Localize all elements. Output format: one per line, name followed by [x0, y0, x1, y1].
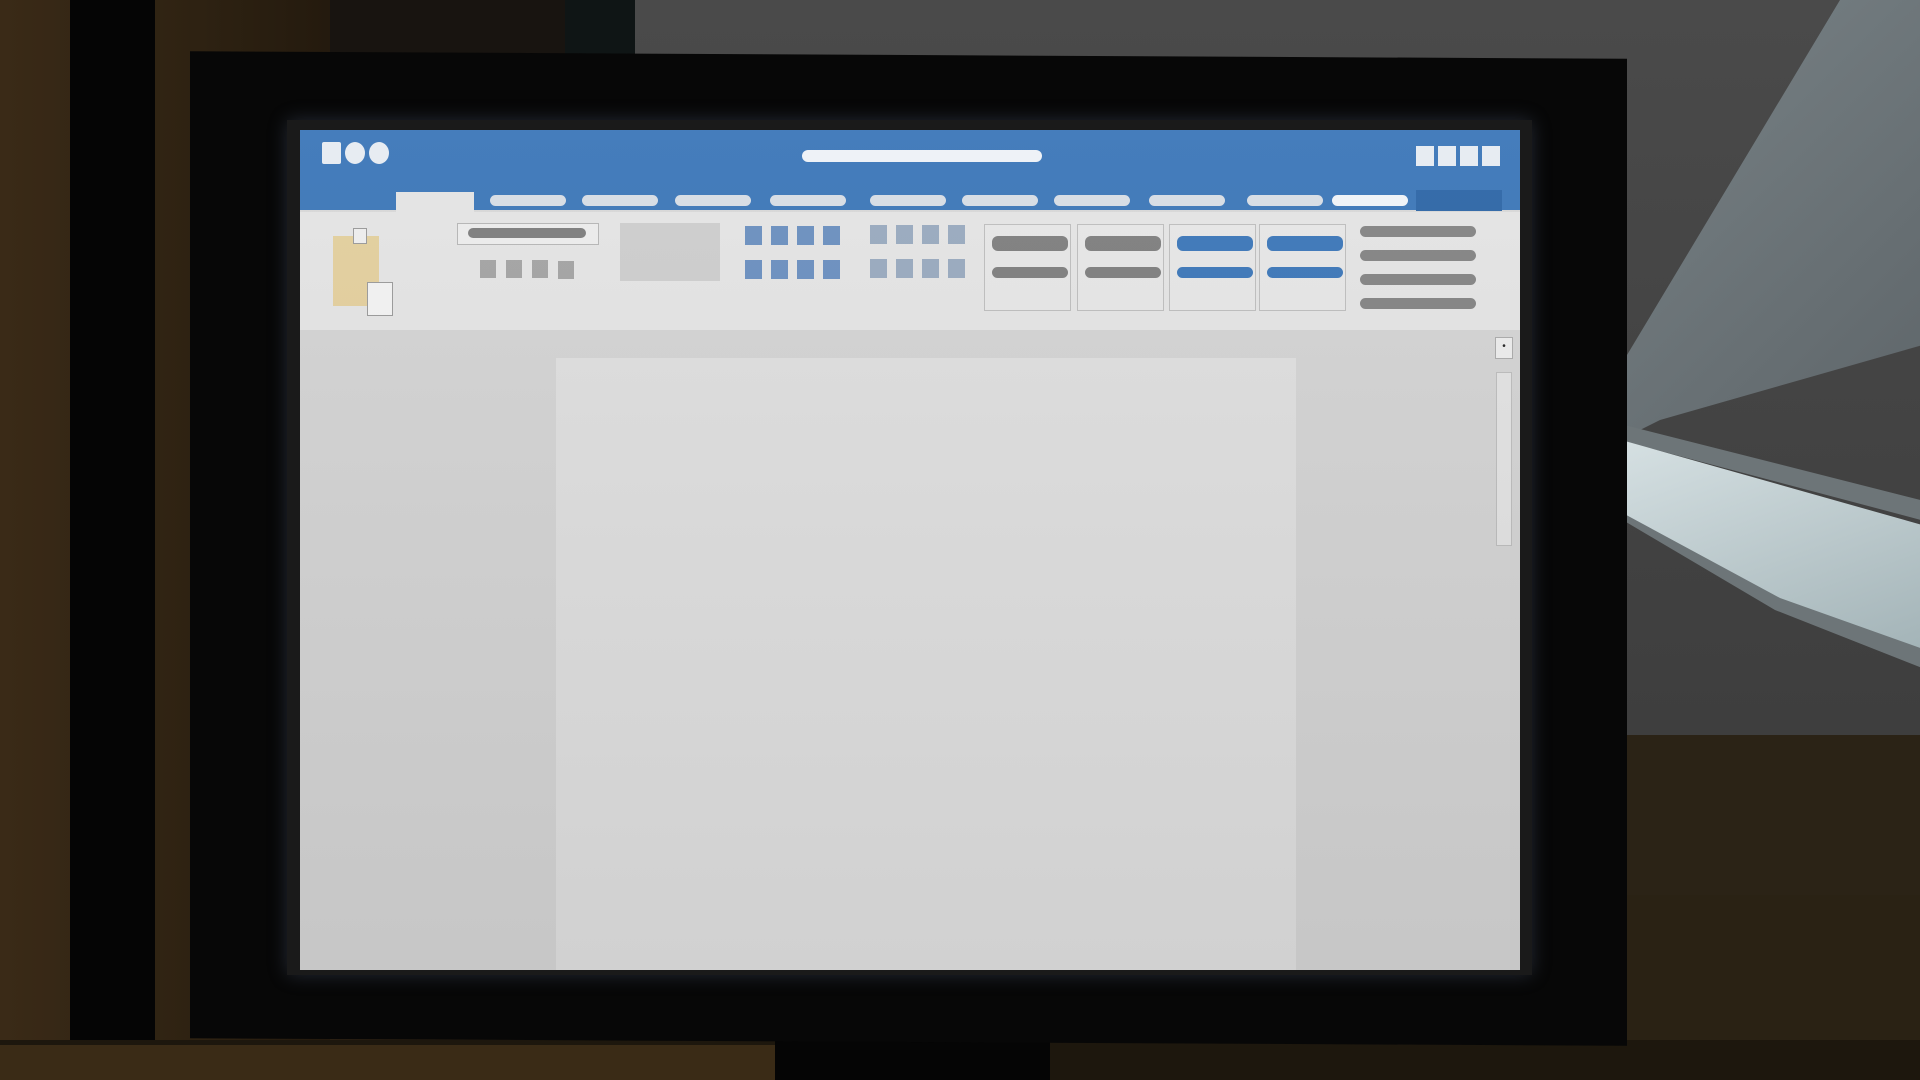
style-heading-1-preview	[1177, 236, 1253, 251]
multilevel-list-icon[interactable]	[797, 226, 814, 245]
close-icon[interactable]	[1482, 146, 1500, 166]
tab-mailings[interactable]	[962, 195, 1038, 206]
style-heading-2-preview	[1267, 236, 1343, 251]
dictate-button[interactable]	[1360, 298, 1476, 309]
document-page[interactable]	[556, 358, 1296, 970]
tab-insert[interactable]	[490, 195, 566, 206]
align-left-icon[interactable]	[745, 260, 762, 279]
sort-icon[interactable]	[896, 225, 913, 244]
italic-icon[interactable]	[506, 260, 522, 278]
tab-layout[interactable]	[770, 195, 846, 206]
style-heading-2-label	[1267, 267, 1343, 278]
align-center-icon[interactable]	[771, 260, 788, 279]
numbering-icon[interactable]	[771, 226, 788, 245]
minimize-icon[interactable]	[1438, 146, 1456, 166]
shading-icon[interactable]	[870, 259, 887, 278]
justify-icon[interactable]	[823, 260, 840, 279]
tab-draw[interactable]	[582, 195, 658, 206]
window-title	[802, 150, 1042, 162]
background-dark-strip	[70, 0, 155, 1080]
borders-icon[interactable]	[896, 259, 913, 278]
cut-icon[interactable]	[353, 228, 367, 244]
vertical-scrollbar-thumb[interactable]	[1496, 372, 1512, 546]
tab-references[interactable]	[870, 195, 946, 206]
font-size-select[interactable]	[620, 223, 720, 281]
find-button[interactable]	[1360, 226, 1476, 237]
redo-icon[interactable]	[369, 142, 389, 164]
scene: •	[0, 0, 1920, 1080]
replace-button[interactable]	[1360, 250, 1476, 261]
line-spacing-icon[interactable]	[948, 225, 965, 244]
tab-review[interactable]	[1054, 195, 1130, 206]
copy-icon[interactable]	[367, 282, 393, 316]
tab-design[interactable]	[675, 195, 751, 206]
style-no-spacing-label	[1085, 267, 1161, 278]
show-marks-icon[interactable]	[922, 225, 939, 244]
style-normal-preview	[992, 236, 1068, 251]
share-button[interactable]	[1416, 190, 1502, 211]
background-desk-left	[0, 1045, 780, 1080]
style-no-spacing-preview	[1085, 236, 1161, 251]
background-shadow	[565, 0, 635, 60]
bold-icon[interactable]	[480, 260, 496, 278]
maximize-icon[interactable]	[1460, 146, 1478, 166]
tab-view[interactable]	[1149, 195, 1225, 206]
underline-icon[interactable]	[532, 260, 548, 278]
style-normal-label	[992, 267, 1068, 278]
bullets-icon[interactable]	[745, 226, 762, 245]
paragraph-settings-icon[interactable]	[948, 259, 965, 278]
account-icon[interactable]	[1416, 146, 1434, 166]
select-button[interactable]	[1360, 274, 1476, 285]
align-right-icon[interactable]	[797, 260, 814, 279]
paragraph-spacing-icon[interactable]	[922, 259, 939, 278]
style-heading-1-label	[1177, 267, 1253, 278]
undo-icon[interactable]	[345, 142, 365, 164]
word-processor-window: •	[300, 130, 1520, 970]
increase-indent-icon[interactable]	[870, 225, 887, 244]
decrease-indent-icon[interactable]	[823, 226, 840, 245]
font-name-value	[468, 228, 586, 238]
tab-home[interactable]	[396, 192, 474, 212]
tab-help[interactable]	[1247, 195, 1323, 206]
app-icon[interactable]	[322, 142, 341, 164]
tab-tell-me[interactable]	[1332, 195, 1408, 206]
scroll-up-button[interactable]: •	[1495, 337, 1513, 359]
strikethrough-icon[interactable]	[558, 261, 574, 279]
